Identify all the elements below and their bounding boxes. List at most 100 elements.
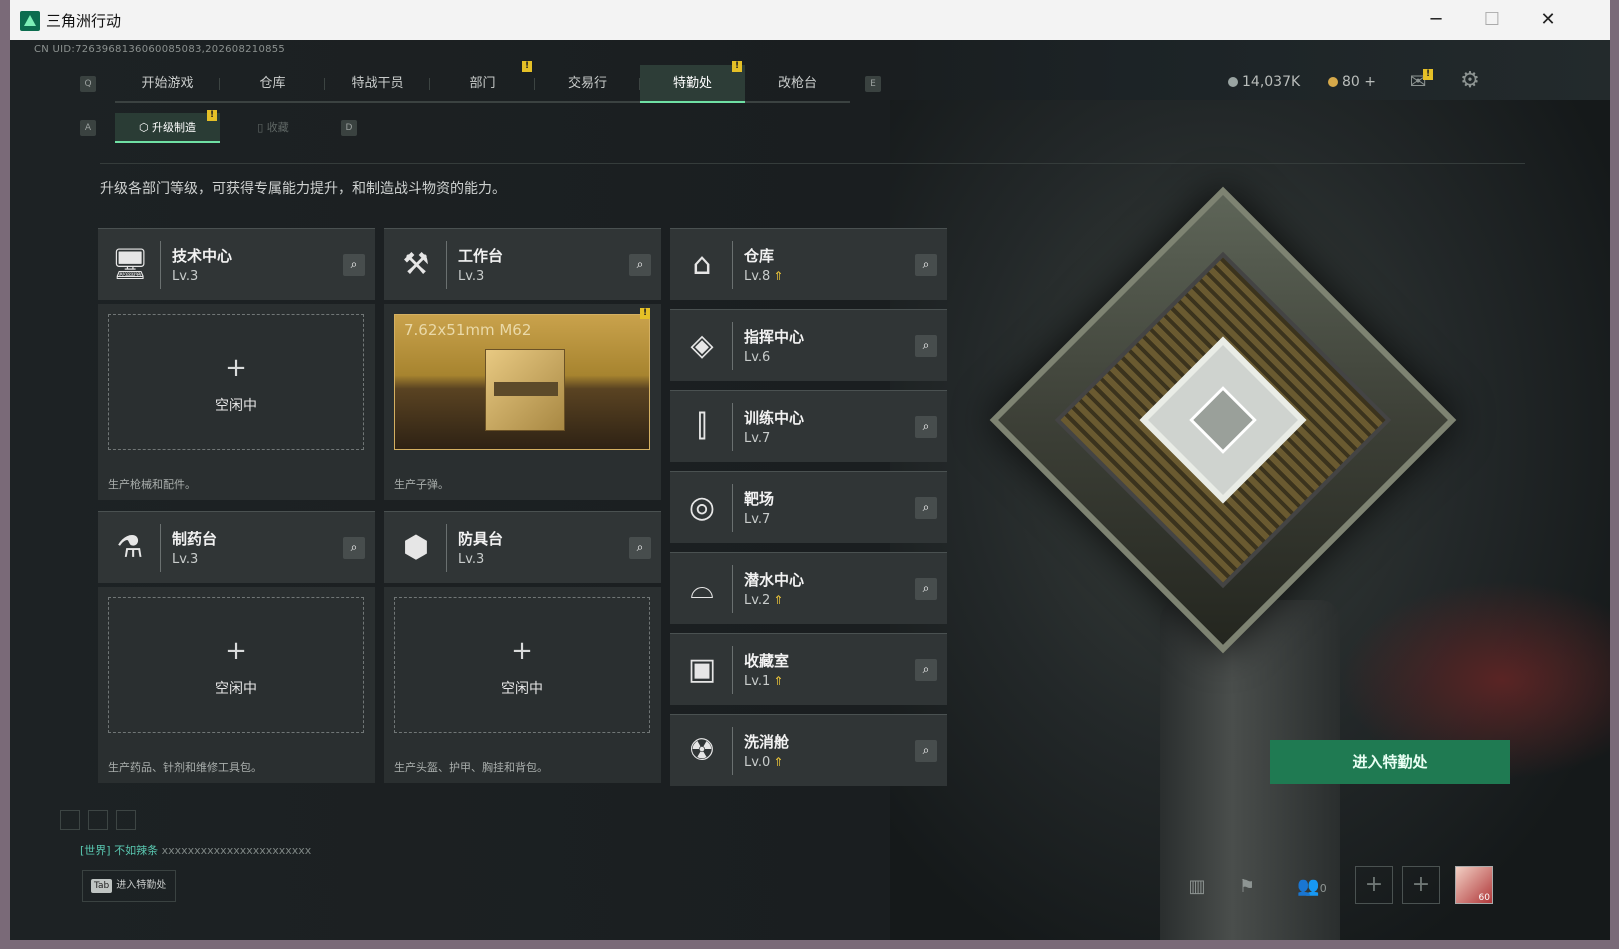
quick-slot[interactable] [88, 810, 108, 830]
search-icon[interactable]: ⌕ [629, 537, 651, 559]
plus-icon: + [511, 636, 533, 666]
department-card-warehouse[interactable]: ⌂ 仓库 Lv.8 ⇑ ⌕ [670, 228, 947, 300]
microscope-icon: ⚗ [116, 530, 144, 565]
tab-start-game[interactable]: 开始游戏 [115, 65, 220, 103]
chat-message: xxxxxxxxxxxxxxxxxxxxxxx [161, 844, 312, 857]
department-level: Lv.3 [172, 269, 199, 284]
department-name: 工作台 [458, 247, 504, 265]
department-name: 防具台 [458, 530, 504, 548]
search-icon[interactable]: ⌕ [915, 335, 937, 357]
department-card-collection-room[interactable]: ▣ 收藏室 Lv.1 ⇑ ⌕ [670, 633, 947, 705]
alert-badge: ! [1423, 69, 1433, 80]
department-card-training-center[interactable]: ⫿ 训练中心 Lv.7 ⌕ [670, 390, 947, 462]
maximize-button[interactable]: ☐ [1478, 6, 1506, 34]
key-hint-d: D [341, 120, 357, 136]
tab-gunsmith[interactable]: 改枪台 [745, 65, 850, 103]
upgrade-available-icon: ⇑ [773, 755, 784, 769]
tab-shortcut-hint[interactable]: Tab 进入特勤处 [82, 870, 176, 902]
chat-channel: [世界] [80, 844, 111, 857]
search-icon[interactable]: ⌕ [915, 740, 937, 762]
chat-user: 不如辣条 [114, 844, 159, 857]
department-card-decontamination[interactable]: ☢ 洗消舱 Lv.0 ⇑ ⌕ [670, 714, 947, 786]
department-card-pharmacy[interactable]: ⚗ 制药台 Lv.3 ⌕ [98, 511, 375, 583]
ticket-balance[interactable]: 80 + [1328, 74, 1376, 90]
department-card-command-center[interactable]: ◈ 指挥中心 Lv.6 ⌕ [670, 309, 947, 381]
department-card-tech-center[interactable]: 🖥 技术中心 Lv.3 ⌕ [98, 228, 375, 300]
tab-label: 部门 [469, 76, 496, 91]
department-level: Lv.7 [744, 431, 771, 446]
plus-icon: + [225, 636, 247, 666]
game-window: 三角洲行动 ─ ☐ ✕ CN UID:7263968136060085083,2… [10, 0, 1610, 940]
department-card-armor[interactable]: ⬢ 防具台 Lv.3 ⌕ [384, 511, 661, 583]
ammo-product-image: 7.62x51mm M62 [394, 314, 650, 450]
search-icon[interactable]: ⌕ [915, 659, 937, 681]
search-icon[interactable]: ⌕ [915, 578, 937, 600]
search-icon[interactable]: ⌕ [629, 254, 651, 276]
alert-badge: ! [732, 61, 742, 72]
hammer-wrench-icon: ⚒ [402, 247, 430, 282]
coin-icon [1228, 77, 1238, 87]
diving-mask-icon: ⌓ [690, 571, 714, 606]
department-level-row: Lv.1 ⇑ [744, 674, 783, 689]
department-level: Lv.3 [458, 552, 485, 567]
tab-department[interactable]: 部门 [430, 65, 535, 103]
world-chat[interactable]: [世界] 不如辣条 xxxxxxxxxxxxxxxxxxxxxxx [80, 842, 311, 858]
close-button[interactable]: ✕ [1534, 6, 1562, 34]
alert-badge: ! [207, 110, 217, 121]
quick-slot[interactable] [116, 810, 136, 830]
user-uid: CN UID:7263968136060085083,202608210855 [34, 44, 286, 55]
subtab-upgrade[interactable]: ⬡ 升级制造 [115, 113, 220, 143]
production-slot-tech-center[interactable]: + 空闲中 生产枪械和配件。 [98, 304, 375, 500]
settings-gear-icon[interactable]: ⚙ [1455, 66, 1485, 96]
product-name: 7.62x51mm M62 [404, 321, 532, 339]
flag-icon[interactable]: ⚑ [1232, 872, 1262, 902]
department-card-shooting-range[interactable]: ◎ 靶场 Lv.7 ⌕ [670, 471, 947, 543]
production-slot-pharmacy[interactable]: + 空闲中 生产药品、针剂和维修工具包。 [98, 587, 375, 783]
alert-badge: ! [522, 61, 532, 72]
page-description: 升级各部门等级，可获得专属能力提升，和制造战斗物资的能力。 [100, 181, 506, 197]
title-bar: 三角洲行动 ─ ☐ ✕ [10, 0, 1610, 40]
add-tickets-icon[interactable]: + [1364, 74, 1376, 90]
department-name: 仓库 [744, 247, 775, 265]
dumbbell-icon: ⫿ [697, 409, 707, 444]
search-icon[interactable]: ⌕ [915, 254, 937, 276]
upgrade-available-icon: ⇑ [773, 269, 784, 283]
friends-button[interactable]: 👥0 [1290, 872, 1334, 902]
avatar-level: 60 [1478, 893, 1490, 903]
department-name: 靶场 [744, 490, 775, 508]
production-slot-armor[interactable]: + 空闲中 生产头盔、护甲、胸挂和背包。 [384, 587, 661, 783]
stats-chart-icon[interactable]: ▥ [1182, 872, 1212, 902]
add-party-slot-button[interactable]: + [1402, 866, 1440, 904]
tab-trading[interactable]: 交易行 [535, 65, 640, 103]
department-level: Lv.6 [744, 350, 771, 365]
department-level-row: Lv.8 ⇑ [744, 269, 783, 284]
department-name: 收藏室 [744, 652, 790, 670]
department-level-row: Lv.2 ⇑ [744, 593, 783, 608]
department-card-diving-center[interactable]: ⌓ 潜水中心 Lv.2 ⇑ ⌕ [670, 552, 947, 624]
department-card-workbench[interactable]: ⚒ 工作台 Lv.3 ⌕ [384, 228, 661, 300]
minimize-button[interactable]: ─ [1422, 6, 1450, 34]
production-slot-workbench[interactable]: 7.62x51mm M62 ! 生产子弹。 [384, 304, 661, 500]
quick-slot[interactable] [60, 810, 80, 830]
search-icon[interactable]: ⌕ [915, 497, 937, 519]
subtab-collect[interactable]: ▯ 收藏 [223, 113, 323, 143]
tab-operators[interactable]: 特战干员 [325, 65, 430, 103]
department-level: Lv.0 [744, 755, 771, 770]
department-name: 制药台 [172, 530, 218, 548]
department-level: Lv.3 [458, 269, 485, 284]
ammo-box-icon [485, 349, 565, 431]
tab-warehouse[interactable]: 仓库 [220, 65, 325, 103]
tab-special-ops[interactable]: 特勤处 [640, 65, 745, 103]
slot-caption: 生产枪械和配件。 [108, 478, 196, 491]
slot-caption: 生产头盔、护甲、胸挂和背包。 [394, 761, 548, 774]
add-party-slot-button[interactable]: + [1355, 866, 1393, 904]
divider-line [100, 163, 1525, 164]
enter-special-ops-button[interactable]: 进入特勤处 [1270, 740, 1510, 784]
slot-status: 空闲中 [501, 681, 543, 697]
app-logo-icon [20, 11, 40, 31]
friends-count: 0 [1319, 882, 1327, 895]
avatar[interactable]: 60 [1455, 866, 1493, 904]
search-icon[interactable]: ⌕ [915, 416, 937, 438]
search-icon[interactable]: ⌕ [343, 254, 365, 276]
search-icon[interactable]: ⌕ [343, 537, 365, 559]
